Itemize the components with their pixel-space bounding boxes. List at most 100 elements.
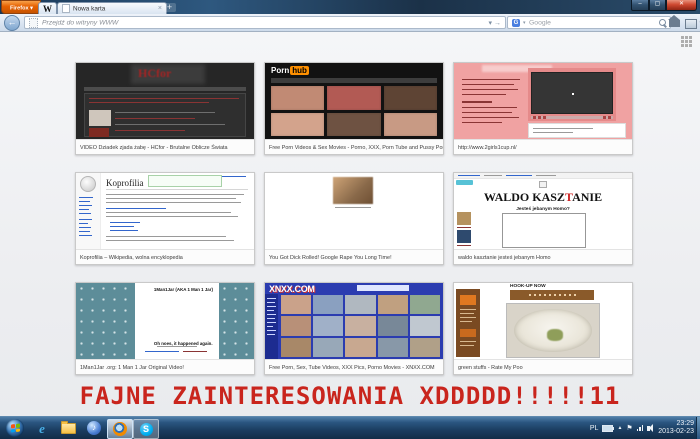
start-button[interactable] bbox=[6, 419, 24, 437]
show-desktop-button[interactable] bbox=[696, 417, 700, 439]
search-engine-caret-icon[interactable]: ▾ bbox=[523, 20, 526, 26]
tile-2girls1cup-preview bbox=[454, 63, 632, 139]
go-arrow-icon[interactable]: ▾ → bbox=[489, 19, 501, 27]
taskbar: e ♪ S PL ▲ ⚑ 23:29 2013-02-23 bbox=[0, 416, 700, 439]
tile-wikipedia[interactable]: Koprofilia Koprofilia – Wikipedia, wolna… bbox=[75, 172, 255, 265]
waldo-title: WALDO KASZTANIE bbox=[454, 190, 632, 205]
hcfor-logo: HCfor bbox=[138, 66, 171, 81]
waldo-subtitle: Jesteś jebanym Homo? bbox=[490, 206, 597, 211]
tile-caption: You Got Dick Rolled! Google Rape You Lon… bbox=[265, 249, 443, 264]
thumbnail-image bbox=[457, 230, 471, 243]
folder-icon bbox=[61, 423, 76, 434]
tile-xnxx-preview: XNXX.COM bbox=[265, 283, 443, 359]
address-placeholder: Przejdź do witryny WWW bbox=[42, 19, 118, 27]
tile-caption: 1Man1Jar .org: 1 Man 1 Jar Original Vide… bbox=[76, 359, 254, 374]
search-bar[interactable]: G ▾ Google bbox=[507, 16, 671, 29]
close-button[interactable]: ✕ bbox=[666, 0, 697, 11]
new-tab-page: HCfor VIDEO Dziadek zjada żabę - HCfor -… bbox=[0, 32, 700, 417]
language-indicator[interactable]: PL bbox=[590, 425, 599, 432]
wikipedia-favicon: W bbox=[43, 4, 52, 14]
jar-title: 1Man1Jar (AKA 1 Man 1 Jar) bbox=[154, 287, 200, 292]
tab-label: Nowa karta bbox=[73, 5, 105, 12]
taskbar-item-firefox[interactable] bbox=[107, 419, 133, 439]
video-thumbnail-grid bbox=[271, 86, 437, 136]
ad-banner bbox=[510, 290, 594, 300]
desktop-screen: Firefox ▾ W Nowa karta × + – ▢ ✕ ← Przej… bbox=[0, 0, 700, 439]
tile-caption: VIDEO Dziadek zjada żabę - HCfor - Bruta… bbox=[76, 139, 254, 154]
tile-hcfor-preview: HCfor bbox=[76, 63, 254, 139]
thumbnail-image bbox=[457, 212, 471, 225]
network-icon[interactable] bbox=[637, 425, 644, 431]
hookup-banner-text: HOOK-UP NOW bbox=[510, 283, 546, 288]
pornhub-logo-left: Porn bbox=[271, 66, 289, 75]
firefox-menu-button[interactable]: Firefox ▾ bbox=[1, 0, 41, 14]
firefox-icon bbox=[113, 422, 127, 436]
system-tray: PL ▲ ⚑ 23:29 2013-02-23 bbox=[590, 417, 694, 439]
waldo-empty-box bbox=[502, 213, 586, 248]
tab-close-icon[interactable]: × bbox=[158, 5, 162, 12]
address-bar[interactable]: Przejdź do witryny WWW ▾ → bbox=[24, 16, 506, 29]
bookmarks-panel-icon[interactable] bbox=[685, 19, 697, 29]
firefox-menu-label: Firefox bbox=[9, 4, 28, 10]
tile-caption: Free Porn, Sex, Tube Videos, XXX Pics, P… bbox=[265, 359, 443, 374]
address-favicon bbox=[29, 18, 38, 28]
tile-pornhub-preview: Porn hub bbox=[265, 63, 443, 139]
tile-dickrolled-preview bbox=[265, 173, 443, 249]
taskbar-item-skype[interactable]: S bbox=[133, 419, 159, 439]
clock-time: 23:29 bbox=[676, 420, 694, 428]
new-tab-button[interactable]: + bbox=[163, 3, 176, 12]
comments-box bbox=[528, 123, 626, 138]
tile-caption: http://www.2girls1cup.nl/ bbox=[454, 139, 632, 154]
search-icon[interactable] bbox=[659, 19, 666, 26]
broken-image-icon bbox=[539, 181, 547, 188]
tile-2girls1cup[interactable]: http://www.2girls1cup.nl/ bbox=[453, 62, 633, 155]
wiki-notice-box bbox=[148, 175, 222, 187]
maximize-button[interactable]: ▢ bbox=[649, 0, 666, 11]
internet-explorer-icon: e bbox=[39, 422, 45, 435]
chevron-down-icon: ▾ bbox=[30, 4, 33, 10]
tile-1man1jar-preview: 1Man1Jar (AKA 1 Man 1 Jar) Oh noes, it h… bbox=[76, 283, 254, 359]
pinned-tab-wikipedia[interactable]: W bbox=[38, 2, 57, 14]
taskbar-clock[interactable]: 23:29 2013-02-23 bbox=[658, 420, 694, 436]
tray-expand-icon[interactable]: ▲ bbox=[617, 426, 622, 431]
tile-caption: Free Porn Videos & Sex Movies - Porno, X… bbox=[265, 139, 443, 154]
minimize-button[interactable]: – bbox=[631, 0, 649, 11]
tile-xnxx[interactable]: XNXX.COM bbox=[264, 282, 444, 375]
taskbar-item-explorer[interactable] bbox=[56, 419, 80, 437]
window-controls: – ▢ ✕ bbox=[631, 0, 697, 11]
meme-caption: FAJNE ZAINTERESOWANIA XDDDDD!!!!!11 bbox=[0, 382, 700, 410]
pornhub-logo-right: hub bbox=[290, 66, 309, 75]
tile-pornhub[interactable]: Porn hub Free Porn Videos & Sex Movies -… bbox=[264, 62, 444, 155]
tile-1man1jar[interactable]: 1Man1Jar (AKA 1 Man 1 Jar) Oh noes, it h… bbox=[75, 282, 255, 375]
wikipedia-globe-icon bbox=[80, 176, 96, 192]
tile-dickrolled[interactable]: You Got Dick Rolled! Google Rape You Lon… bbox=[264, 172, 444, 265]
tile-wikipedia-preview: Koprofilia bbox=[76, 173, 254, 249]
tile-waldo[interactable]: WALDO KASZTANIE Jesteś jebanym Homo? wal… bbox=[453, 172, 633, 265]
tile-caption: green stuffs - Rate My Poo bbox=[454, 359, 632, 374]
tile-caption: Koprofilia – Wikipedia, wolna encykloped… bbox=[76, 249, 254, 264]
tile-ratemypoo-preview: HOOK-UP NOW bbox=[454, 283, 632, 359]
tile-ratemypoo[interactable]: HOOK-UP NOW green stuffs - Rate My Poo bbox=[453, 282, 633, 375]
itunes-icon: ♪ bbox=[87, 421, 101, 435]
sepia-image bbox=[333, 177, 373, 204]
taskbar-item-itunes[interactable]: ♪ bbox=[82, 419, 106, 437]
action-center-flag-icon[interactable]: ⚑ bbox=[626, 425, 632, 432]
grid-toggle-icon[interactable] bbox=[681, 36, 692, 47]
page-favicon bbox=[62, 4, 70, 13]
google-icon[interactable]: G bbox=[512, 19, 520, 27]
tile-hcfor[interactable]: HCfor VIDEO Dziadek zjada żabę - HCfor -… bbox=[75, 62, 255, 155]
taskbar-item-internet-explorer[interactable]: e bbox=[30, 419, 54, 437]
browser-titlebar: Firefox ▾ W Nowa karta × + – ▢ ✕ bbox=[0, 0, 700, 14]
back-button[interactable]: ← bbox=[4, 15, 20, 31]
battery-icon[interactable] bbox=[602, 425, 613, 432]
clock-date: 2013-02-23 bbox=[658, 428, 694, 436]
tile-waldo-preview: WALDO KASZTANIE Jesteś jebanym Homo? bbox=[454, 173, 632, 249]
toilet-photo bbox=[506, 303, 600, 358]
video-thumbnail-grid bbox=[281, 295, 440, 357]
center-column: 1Man1Jar (AKA 1 Man 1 Jar) Oh noes, it h… bbox=[135, 283, 219, 359]
tab-new-tab[interactable]: Nowa karta × bbox=[57, 2, 167, 14]
volume-icon[interactable] bbox=[647, 426, 650, 431]
home-icon[interactable] bbox=[669, 20, 680, 27]
search-placeholder: Google bbox=[529, 19, 551, 27]
wiki-article-title: Koprofilia bbox=[106, 178, 144, 188]
